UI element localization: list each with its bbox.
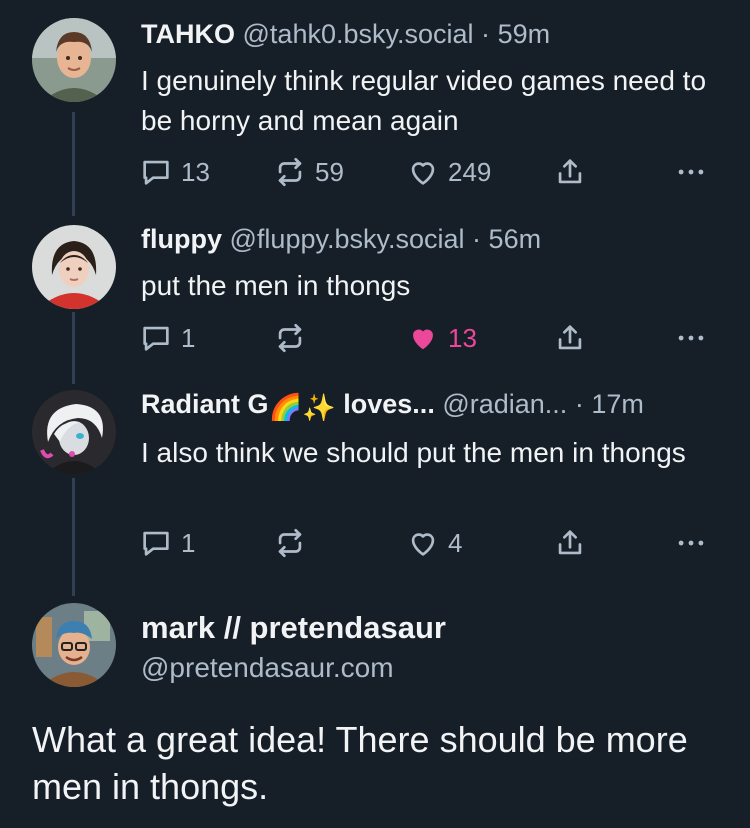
post-thread: TAHKO @tahk0.bsky.social · 59m I genuine… xyxy=(0,0,750,828)
like-button[interactable]: 249 xyxy=(406,152,491,192)
avatar[interactable] xyxy=(32,18,116,102)
post-header: fluppy @fluppy.bsky.social · 56m xyxy=(141,222,731,256)
more-icon xyxy=(678,540,704,546)
reply-count: 1 xyxy=(181,322,196,353)
reply-button[interactable]: 1 xyxy=(139,318,195,358)
reply-post[interactable]: Radiant G🌈✨ loves... @radian... · 17m I … xyxy=(0,370,750,580)
reply-button[interactable]: 13 xyxy=(139,152,210,192)
timestamp[interactable]: 56m xyxy=(489,224,542,254)
display-name[interactable]: TAHKO xyxy=(141,19,235,49)
heart-icon xyxy=(411,533,435,556)
display-name[interactable]: mark // pretendasaur xyxy=(141,609,446,647)
share-button[interactable] xyxy=(553,523,587,563)
like-count: 4 xyxy=(448,527,463,558)
post-text: I genuinely think regular video games ne… xyxy=(141,65,707,136)
share-icon xyxy=(558,325,582,350)
handle[interactable]: @fluppy.bsky.social xyxy=(230,224,465,254)
name-emoji: 🌈✨ xyxy=(268,393,336,421)
repost-icon xyxy=(278,157,302,187)
reply-count: 13 xyxy=(181,156,210,187)
post-header: TAHKO @tahk0.bsky.social · 59m xyxy=(141,17,731,51)
timestamp[interactable]: 17m xyxy=(591,389,644,419)
repost-button[interactable] xyxy=(273,318,307,358)
display-name[interactable]: fluppy xyxy=(141,224,222,254)
share-button[interactable] xyxy=(553,318,587,358)
separator: · xyxy=(472,224,482,254)
reply-count: 1 xyxy=(181,527,196,558)
share-icon xyxy=(558,159,582,184)
handle[interactable]: @tahk0.bsky.social xyxy=(243,19,474,49)
display-name[interactable]: Radiant G🌈✨ loves... xyxy=(141,389,435,421)
avatar[interactable] xyxy=(32,603,116,687)
post-header: Radiant G🌈✨ loves... @radian... · 17m xyxy=(141,387,731,421)
separator: · xyxy=(481,19,491,49)
reply-button[interactable]: 1 xyxy=(139,523,195,563)
post-text: What a great idea! There should be more … xyxy=(32,719,688,807)
repost-icon xyxy=(278,528,302,558)
more-icon xyxy=(678,169,704,175)
heart-filled-icon xyxy=(413,329,433,350)
like-count: 249 xyxy=(448,156,492,187)
like-button[interactable]: 4 xyxy=(406,523,462,563)
post-text: put the men in thongs xyxy=(141,270,411,301)
post-actions: 1 13 xyxy=(139,318,719,358)
repost-icon xyxy=(278,323,302,353)
post-actions: 1 4 xyxy=(139,523,719,563)
reply-icon xyxy=(143,326,169,351)
more-button[interactable] xyxy=(674,318,708,358)
heart-icon xyxy=(411,162,435,185)
handle[interactable]: @radian... xyxy=(442,389,567,419)
reply-icon xyxy=(143,531,169,556)
like-button-active[interactable]: 13 xyxy=(406,318,477,358)
share-button[interactable] xyxy=(553,152,587,192)
post-text: I also think we should put the men in th… xyxy=(141,437,686,468)
timestamp[interactable]: 59m xyxy=(498,19,551,49)
handle[interactable]: @pretendasaur.com xyxy=(141,650,394,686)
reply-post[interactable]: TAHKO @tahk0.bsky.social · 59m I genuine… xyxy=(0,0,750,200)
reply-post[interactable]: fluppy @fluppy.bsky.social · 56m put the… xyxy=(0,205,750,375)
display-name-text: Radiant G xyxy=(141,389,269,419)
reply-icon xyxy=(143,160,169,185)
like-count: 13 xyxy=(448,322,477,353)
repost-button[interactable] xyxy=(273,523,307,563)
display-name-suffix: loves... xyxy=(335,389,435,419)
avatar[interactable] xyxy=(32,390,116,474)
separator: · xyxy=(574,389,584,419)
more-icon xyxy=(678,335,704,341)
more-button[interactable] xyxy=(674,152,708,192)
post-actions: 13 59 249 xyxy=(139,152,719,192)
more-button[interactable] xyxy=(674,523,708,563)
share-icon xyxy=(558,530,582,555)
repost-button[interactable]: 59 xyxy=(273,152,344,192)
avatar[interactable] xyxy=(32,225,116,309)
repost-count: 59 xyxy=(315,156,344,187)
